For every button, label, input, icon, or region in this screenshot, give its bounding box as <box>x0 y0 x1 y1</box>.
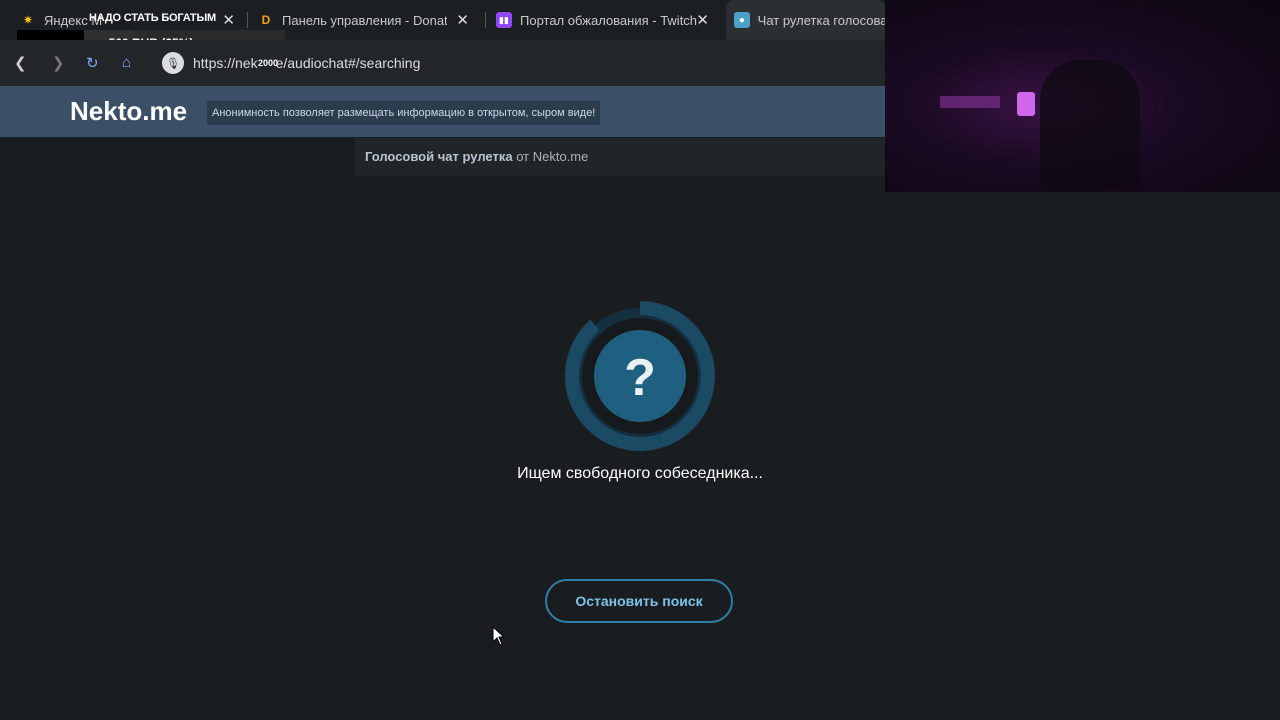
url-end: e/audiochat#/searching <box>275 55 421 71</box>
reload-icon[interactable]: ↻ <box>86 54 99 72</box>
yandex-star-icon: ✷ <box>22 13 34 27</box>
webcam-light <box>940 96 1000 108</box>
tab-label: Чат рулетка голосовая <box>757 12 885 28</box>
site-mic-icon[interactable]: 🎙 <box>162 52 184 74</box>
site-logo[interactable]: Nekto.me <box>70 96 187 127</box>
url-field[interactable]: https://nek e/audiochat#/searching <box>193 55 420 71</box>
close-icon[interactable]: ✕ <box>456 11 469 29</box>
tab-donationalerts[interactable]: D Панель управления - Donatio ✕ <box>258 0 483 40</box>
back-icon[interactable]: ❮ <box>14 54 27 72</box>
search-status: Ищем свободного собеседника... <box>517 465 763 482</box>
twitch-icon: ▮▮ <box>496 12 512 28</box>
subtitle-bold: Голосовой чат рулетка <box>365 149 513 164</box>
mouse-cursor-icon <box>492 626 506 646</box>
stop-search-button[interactable]: Остановить поиск <box>545 579 733 623</box>
forward-icon[interactable]: ❯ <box>52 54 65 72</box>
close-icon[interactable]: ✕ <box>696 11 709 29</box>
searching-spinner: ? <box>565 301 715 451</box>
webcam-lamp <box>1017 92 1035 116</box>
site-slogan: Анонимность позволяет размещать информац… <box>207 101 601 125</box>
zoom-overlay: 2000 <box>258 58 279 68</box>
tab-label: Панель управления - Donatio <box>282 12 447 28</box>
page-subtitle: Голосовой чат рулетка от Nekto.me <box>355 138 885 176</box>
close-icon[interactable]: ✕ <box>222 11 235 29</box>
donation-goal-title: НАДО СТАТЬ БОГАТЫМ <box>89 12 216 24</box>
tab-nekto[interactable]: ● Чат рулетка голосовая <box>726 0 885 40</box>
question-mark-icon: ? <box>624 349 656 407</box>
tab-twitch[interactable]: ▮▮ Портал обжалования - Twitch ✕ <box>496 0 721 40</box>
subtitle-rest: от Nekto.me <box>516 149 589 164</box>
tab-label: Портал обжалования - Twitch <box>520 12 698 28</box>
nekto-mic-icon: ● <box>734 12 750 28</box>
donationalerts-icon: D <box>261 13 271 27</box>
url-start: https://nek <box>193 55 258 71</box>
home-icon[interactable]: ⌂ <box>122 54 131 71</box>
address-bar-row <box>0 40 885 86</box>
webcam-person <box>1040 60 1140 190</box>
